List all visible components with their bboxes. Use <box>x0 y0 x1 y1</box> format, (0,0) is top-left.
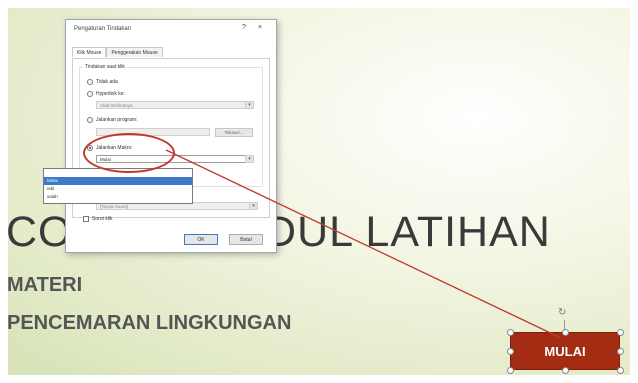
arrow-line <box>165 149 562 339</box>
slide-canvas: CONTOH JUDUL LATIHAN MATERI PENCEMARAN L… <box>8 8 630 375</box>
pointer-arrow <box>165 149 562 339</box>
